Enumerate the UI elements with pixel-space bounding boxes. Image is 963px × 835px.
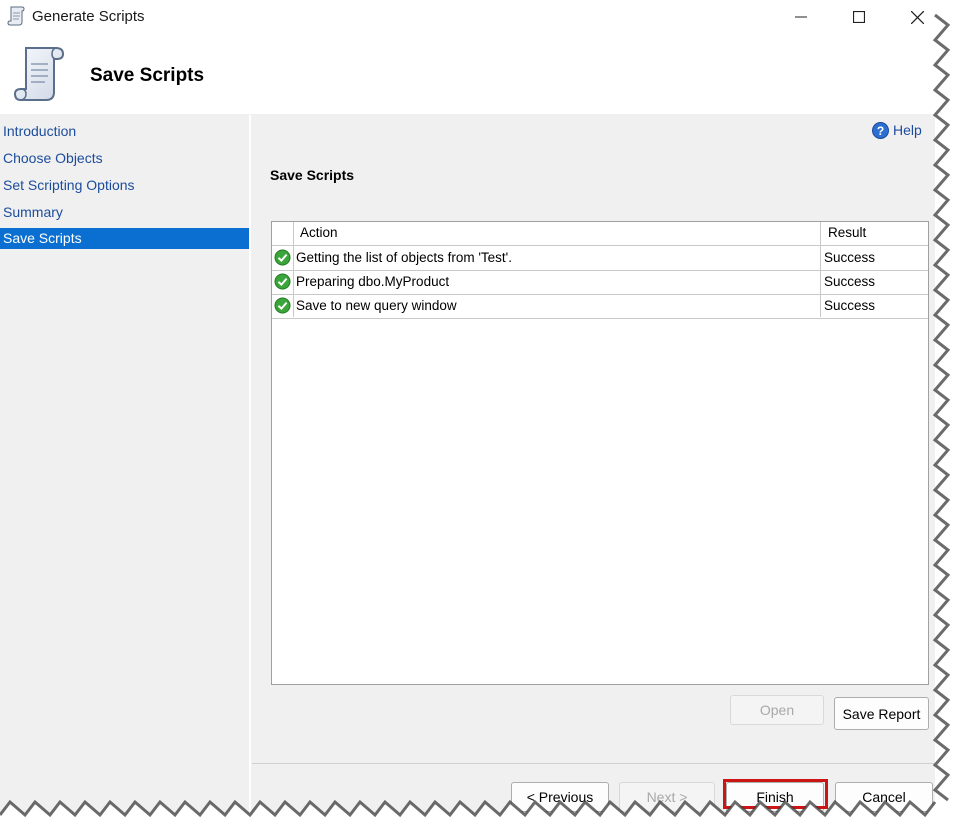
result-cell: Success: [824, 298, 876, 313]
results-grid[interactable]: Action Result Getting the list of object…: [271, 221, 929, 685]
close-button[interactable]: [888, 0, 935, 34]
maximize-icon: [853, 11, 865, 23]
previous-button[interactable]: < Previous: [511, 782, 609, 812]
section-title: Save Scripts: [270, 167, 355, 183]
table-row[interactable]: Getting the list of objects from 'Test'.…: [272, 246, 928, 271]
help-icon: ?: [872, 121, 889, 139]
open-button[interactable]: Open: [730, 695, 824, 725]
finish-button[interactable]: Finish: [726, 782, 824, 812]
close-icon: [910, 10, 924, 24]
action-cell: Getting the list of objects from 'Test'.: [296, 250, 512, 265]
generate-scripts-window: Generate Scripts Save Scripts Introducti…: [0, 0, 935, 815]
cancel-button[interactable]: Cancel: [835, 782, 933, 812]
wizard-sidebar: Introduction Choose Objects Set Scriptin…: [0, 115, 251, 815]
result-cell: Success: [824, 250, 876, 265]
maximize-button[interactable]: [830, 0, 888, 34]
svg-text:?: ?: [877, 124, 884, 138]
column-header-result[interactable]: Result: [828, 225, 866, 240]
next-button[interactable]: Next >: [619, 782, 715, 812]
sidebar-item-set-scripting-options[interactable]: Set Scripting Options: [0, 175, 249, 196]
sidebar-item-save-scripts[interactable]: Save Scripts: [0, 228, 249, 249]
column-header-action[interactable]: Action: [300, 225, 338, 240]
table-row[interactable]: Preparing dbo.MyProduct Success: [272, 270, 928, 295]
sidebar-item-introduction[interactable]: Introduction: [0, 121, 249, 142]
sidebar-item-summary[interactable]: Summary: [0, 202, 249, 223]
sidebar-item-choose-objects[interactable]: Choose Objects: [0, 148, 249, 169]
title-bar: Generate Scripts: [0, 0, 935, 34]
result-cell: Success: [824, 274, 876, 289]
table-row[interactable]: Save to new query window Success: [272, 294, 928, 319]
success-check-icon: [274, 297, 291, 314]
help-label: Help: [893, 122, 922, 138]
action-cell: Preparing dbo.MyProduct: [296, 274, 450, 289]
minimize-button[interactable]: [772, 0, 830, 34]
success-check-icon: [274, 273, 291, 290]
minimize-icon: [795, 16, 807, 18]
script-scroll-icon: [13, 47, 65, 101]
page-title: Save Scripts: [90, 65, 205, 86]
save-report-button[interactable]: Save Report: [834, 697, 929, 730]
app-scroll-icon: [7, 6, 25, 26]
footer-divider: [252, 763, 935, 764]
help-link[interactable]: ? Help: [872, 120, 922, 140]
wizard-header: Save Scripts: [0, 34, 935, 114]
window-title: Generate Scripts: [32, 8, 145, 25]
action-cell: Save to new query window: [296, 298, 457, 313]
grid-header: Action Result: [272, 222, 928, 246]
success-check-icon: [274, 249, 291, 266]
wizard-main: ? Help Save Scripts Action Result Gettin…: [252, 115, 935, 815]
